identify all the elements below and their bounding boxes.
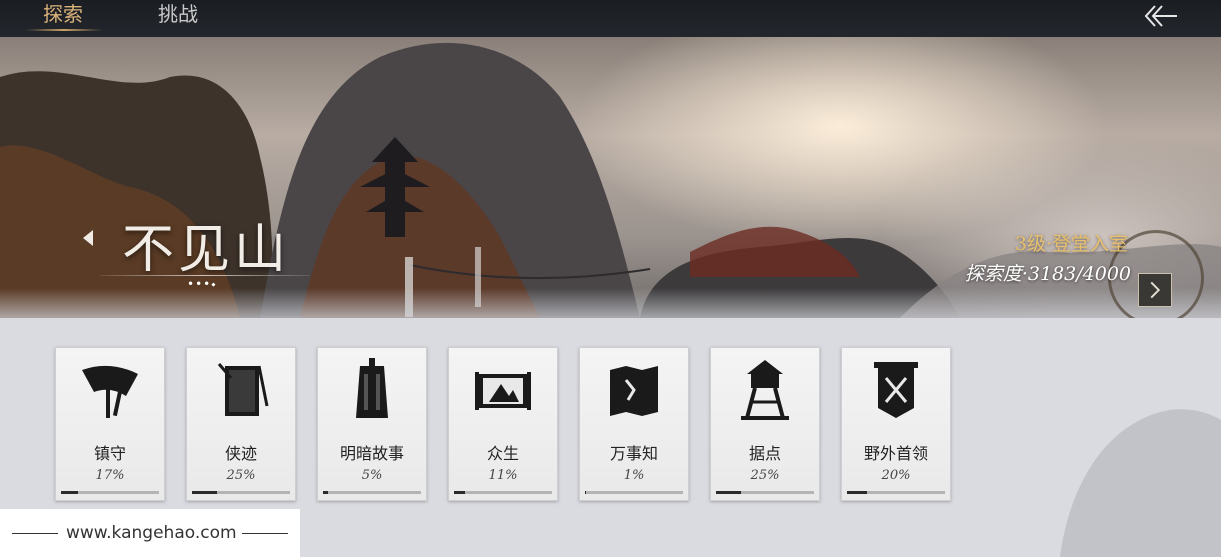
card-progress-fill bbox=[454, 491, 465, 494]
back-arrow-icon[interactable] bbox=[1143, 2, 1179, 30]
watermark-text: www.kangehao.com bbox=[66, 523, 237, 543]
top-bar: 探索 挑战 bbox=[0, 0, 1221, 37]
card-secret-stories[interactable]: 明暗故事 5% bbox=[317, 347, 427, 501]
card-progress-fill bbox=[847, 491, 867, 494]
card-label: 镇守 bbox=[93, 444, 126, 463]
map-icon bbox=[610, 366, 658, 416]
card-progress-fill bbox=[585, 491, 586, 494]
region-name: 不见山 bbox=[122, 220, 291, 280]
card-percent: 5% bbox=[361, 468, 383, 483]
card-percent: 20% bbox=[881, 468, 911, 483]
banner-swords-icon bbox=[874, 362, 918, 418]
watermark-line-right bbox=[242, 533, 288, 534]
card-percent: 25% bbox=[750, 468, 780, 483]
card-label: 明暗故事 bbox=[339, 444, 404, 463]
tab-challenge[interactable]: 挑战 bbox=[158, 0, 198, 34]
painting-scroll-icon bbox=[475, 372, 531, 410]
next-region-button[interactable] bbox=[1138, 273, 1172, 307]
region-banner: 不见山 •••⬩ 3级·登堂入室 探索度·3183/4000 bbox=[0, 37, 1221, 318]
card-percent: 17% bbox=[95, 468, 125, 483]
region-level: 3级·登堂入室 bbox=[1014, 233, 1128, 255]
watchtower-icon bbox=[741, 360, 789, 420]
scroll-book-icon bbox=[217, 363, 269, 416]
card-label: 野外首领 bbox=[863, 444, 928, 463]
card-progress-fill bbox=[192, 491, 217, 494]
card-progress-bar bbox=[192, 491, 290, 494]
watermark-footer: www.kangehao.com bbox=[0, 509, 300, 557]
card-all-knowledge[interactable]: 万事知 1% bbox=[579, 347, 689, 501]
exploration-progress: 探索度·3183/4000 bbox=[964, 263, 1131, 285]
umbrella-icon bbox=[82, 365, 138, 418]
card-progress-bar bbox=[61, 491, 159, 494]
card-percent: 1% bbox=[623, 468, 645, 483]
prev-region-arrow-icon[interactable] bbox=[81, 228, 95, 248]
card-progress-bar bbox=[323, 491, 421, 494]
card-guard[interactable]: 镇守 17% bbox=[55, 347, 165, 501]
background-rock bbox=[1060, 409, 1221, 557]
card-hero-trace[interactable]: 侠迹 25% bbox=[186, 347, 296, 501]
card-label: 万事知 bbox=[609, 444, 658, 463]
card-progress-bar bbox=[716, 491, 814, 494]
card-progress-fill bbox=[323, 491, 328, 494]
region-page-dots: •••⬩ bbox=[187, 277, 217, 291]
card-progress-fill bbox=[716, 491, 741, 494]
tab-active-indicator bbox=[26, 29, 102, 31]
bell-icon bbox=[356, 358, 388, 418]
banner-fade bbox=[0, 288, 1221, 318]
card-label: 侠迹 bbox=[224, 444, 257, 463]
card-percent: 11% bbox=[488, 468, 518, 483]
card-percent: 25% bbox=[226, 468, 256, 483]
card-progress-bar bbox=[454, 491, 552, 494]
card-progress-fill bbox=[61, 491, 78, 494]
card-stronghold[interactable]: 据点 25% bbox=[710, 347, 820, 501]
card-all-beings[interactable]: 众生 11% bbox=[448, 347, 558, 501]
card-label: 据点 bbox=[748, 444, 781, 463]
card-progress-bar bbox=[585, 491, 683, 494]
card-field-boss[interactable]: 野外首领 20% bbox=[841, 347, 951, 501]
watermark-line-left bbox=[12, 533, 58, 534]
card-label: 众生 bbox=[486, 444, 519, 463]
region-divider bbox=[100, 275, 310, 276]
card-progress-bar bbox=[847, 491, 945, 494]
